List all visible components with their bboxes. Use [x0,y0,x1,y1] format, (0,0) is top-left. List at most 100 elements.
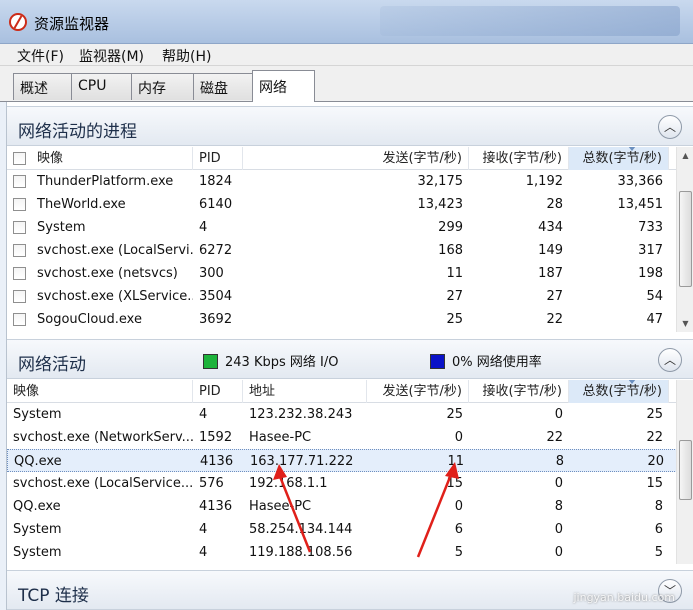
send-value: 0 [454,499,463,514]
menu-file[interactable]: 文件(F) [17,46,64,66]
process-pid: 300 [199,266,224,281]
recv-value: 0 [554,476,563,491]
send-value: 5 [454,545,463,560]
network-usage-stat: 0% 网络使用率 [430,351,542,370]
total-value: 733 [638,220,663,235]
process-pid: 4136 [200,454,234,469]
send-value: 168 [438,243,463,258]
recv-value: 149 [538,243,563,258]
process-pid: 1824 [199,174,233,189]
send-value: 11 [446,266,463,281]
recv-value: 1,192 [525,174,563,189]
total-value: 5 [654,545,663,560]
table-row[interactable]: svchost.exe (LocalServi... 6272 168 149 317 [7,239,677,262]
col-recv[interactable]: 接收(字节/秒) [469,380,569,403]
processes-table-header: 映像 PID 发送(字节/秒) 接收(字节/秒) 总数(字节/秒) [7,147,677,170]
title-bar: 资源监视器 [0,0,693,44]
table-row[interactable]: TheWorld.exe 6140 13,423 28 13,451 [7,193,677,216]
table-row[interactable]: svchost.exe (NetworkServ... 1592 Hasee-PC 0… [7,426,677,449]
process-pid: 4 [199,545,208,560]
recv-value: 8 [554,499,563,514]
col-address[interactable]: 地址 [243,380,367,403]
process-name: svchost.exe (NetworkServ... [13,430,193,445]
table-row[interactable]: System 4 299 434 733 [7,216,677,239]
send-value: 6 [454,522,463,537]
tab-strip: 概述 CPU 内存 磁盘 网络 [0,66,693,102]
activity-section-title: 网络活动 [18,355,86,375]
process-name: System [13,522,62,537]
send-value: 25 [446,407,463,422]
process-name: ThunderPlatform.exe [37,174,174,189]
select-all-checkbox[interactable] [13,152,26,165]
collapse-up-icon[interactable]: ︿ [658,115,682,139]
process-name: System [13,545,62,560]
process-pid: 4 [199,220,208,235]
col-send[interactable]: 发送(字节/秒) [243,147,469,170]
tab-disk[interactable]: 磁盘 [193,73,253,100]
watermark: jingyan.baidu.com [573,591,675,604]
tab-memory[interactable]: 内存 [131,73,194,100]
total-value: 22 [646,430,663,445]
network-io-swatch-icon [203,354,218,369]
col-pid[interactable]: PID [193,380,243,403]
process-name: QQ.exe [14,454,62,469]
col-image[interactable]: 映像 [7,380,193,403]
table-row[interactable]: System 4 58.254.134.144 6 0 6 [7,518,677,541]
table-row[interactable]: svchost.exe (LocalService... 576 192.168.1… [7,472,677,495]
total-value: 8 [654,499,663,514]
tab-network[interactable]: 网络 [252,70,315,102]
col-image[interactable]: 映像 [7,147,193,170]
network-tab-content: 网络活动的进程 ︿ 映像 PID 发送(字节/秒) 接收(字节/秒) 总数(字节… [6,102,693,610]
col-total[interactable]: 总数(字节/秒) [569,380,669,403]
scroll-thumb[interactable] [679,191,692,287]
table-row[interactable]: QQ.exe 4136 163.177.71.222 11 8 20 [7,449,677,472]
scroll-up-icon[interactable]: ▲ [677,147,693,164]
title-bar-background [380,6,680,36]
processes-section-title: 网络活动的进程 [18,122,137,142]
collapse-up-icon[interactable]: ︿ [658,348,682,372]
tab-overview[interactable]: 概述 [13,73,72,100]
tab-cpu[interactable]: CPU [71,73,132,100]
table-row[interactable]: ThunderPlatform.exe 1824 32,175 1,192 33,366 [7,170,677,193]
tcp-section-header[interactable]: TCP 连接 ﹀ [7,570,693,610]
total-value: 198 [638,266,663,281]
remote-address: 192.168.1.1 [249,476,328,491]
table-row[interactable]: SogouCloud.exe 3692 25 22 47 [7,308,677,331]
sort-descending-icon [628,380,636,384]
table-row[interactable]: QQ.exe 4136 Hasee-PC 0 8 8 [7,495,677,518]
send-value: 32,175 [417,174,464,189]
recv-value: 434 [538,220,563,235]
menu-help[interactable]: 帮助(H) [162,46,211,66]
col-total[interactable]: 总数(字节/秒) [569,147,669,170]
send-value: 11 [447,454,464,469]
process-pid: 4 [199,522,208,537]
col-pid[interactable]: PID [193,147,243,170]
col-send[interactable]: 发送(字节/秒) [367,380,469,403]
recv-value: 187 [538,266,563,281]
process-name: svchost.exe (LocalService... [13,476,193,491]
process-pid: 3692 [199,312,233,327]
send-value: 13,423 [417,197,464,212]
remote-address: 123.232.38.243 [249,407,353,422]
total-value: 47 [646,312,663,327]
table-row[interactable]: svchost.exe (XLService... 3504 27 27 54 [7,285,677,308]
processes-section-header[interactable]: 网络活动的进程 ︿ [7,106,693,146]
resource-monitor-icon [9,13,27,31]
recv-value: 27 [546,289,563,304]
scroll-thumb[interactable] [679,440,692,500]
recv-value: 28 [546,197,563,212]
process-pid: 3504 [199,289,233,304]
scroll-down-icon[interactable]: ▼ [677,315,693,332]
table-row[interactable]: svchost.exe (netsvcs) 300 11 187 198 [7,262,677,285]
recv-value: 0 [554,545,563,560]
process-name: TheWorld.exe [37,197,126,212]
network-usage-swatch-icon [430,354,445,369]
menu-monitor[interactable]: 监视器(M) [79,46,144,66]
activity-section-header[interactable]: 网络活动 243 Kbps 网络 I/O 0% 网络使用率 ︿ [7,339,693,379]
processes-scrollbar[interactable]: ▲ ▼ [676,147,693,332]
table-row[interactable]: System 4 123.232.38.243 25 0 25 [7,403,677,426]
activity-scrollbar[interactable] [676,380,693,564]
table-row[interactable]: System 4 119.188.108.56 5 0 5 [7,541,677,564]
remote-address: Hasee-PC [249,499,312,514]
col-recv[interactable]: 接收(字节/秒) [469,147,569,170]
